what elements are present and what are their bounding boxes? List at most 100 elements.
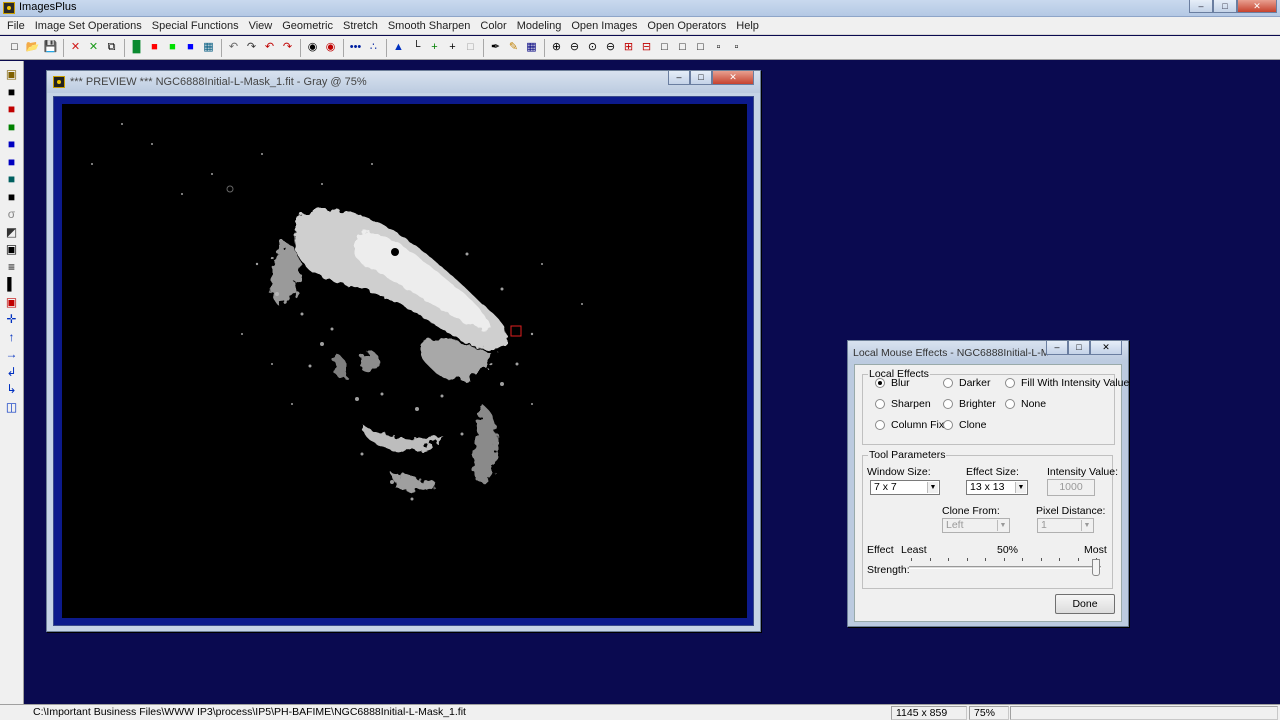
effect-radio-none[interactable]: None [1005,398,1046,410]
undo-all-button[interactable]: ↶ [261,39,278,56]
radio-indicator[interactable] [943,420,953,430]
points-button[interactable]: ∴ [365,39,382,56]
blue-overlay2-button[interactable]: ■ [4,154,20,170]
effect-size-select[interactable]: 13 x 13 ▼ [966,480,1028,495]
histogram-button[interactable]: ▲ [390,39,407,56]
preview-minimize-button[interactable]: – [668,71,690,85]
grid-blue-button[interactable]: ▦ [523,39,540,56]
green-overlay-button[interactable]: ■ [4,119,20,135]
pencil-button[interactable]: ✎ [505,39,522,56]
window3-button[interactable]: □ [692,39,709,56]
bars-button[interactable]: ≡ [4,259,20,275]
radio-indicator[interactable] [1005,399,1015,409]
black-square-button[interactable]: ■ [4,84,20,100]
open-button[interactable]: 📂 [24,39,41,56]
minimize-button[interactable]: – [1189,0,1213,13]
effect-radio-clone[interactable]: Clone [943,419,986,431]
intensity-value-input[interactable]: 1000 [1047,479,1095,496]
window1-button[interactable]: □ [656,39,673,56]
done-button[interactable]: Done [1055,594,1115,614]
effect-radio-blur[interactable]: Blur [875,377,910,389]
dialog-title-bar[interactable]: Local Mouse Effects - NGC6888Initial-L-M… [848,341,1128,361]
gradient-button[interactable]: ◩ [4,224,20,240]
menu-geometric[interactable]: Geometric [277,20,338,32]
blue-overlay-button[interactable]: ■ [4,136,20,152]
new-button[interactable]: □ [6,39,23,56]
move-button[interactable]: ✛ [4,311,20,327]
effect-radio-fill-with-intensity-value[interactable]: Fill With Intensity Value [1005,377,1129,389]
maximize-button[interactable]: □ [1213,0,1237,13]
effect-radio-darker[interactable]: Darker [943,377,991,389]
zoom-in-button[interactable]: ⊕ [548,39,565,56]
rotate-right-button[interactable]: ↳ [4,381,20,397]
window5-button[interactable]: ▫ [728,39,745,56]
flip-button[interactable]: ◫ [4,399,20,415]
close-red-button[interactable]: ✕ [67,39,84,56]
preview-close-button[interactable]: ✕ [712,71,754,85]
close-green-button[interactable]: ✕ [85,39,102,56]
dialog-maximize-button[interactable]: □ [1068,341,1090,355]
zoom-out-button[interactable]: ⊖ [566,39,583,56]
lasso-button[interactable]: σ [4,206,20,222]
teal-overlay-button[interactable]: ■ [4,171,20,187]
add-red-button[interactable]: ⊞ [620,39,637,56]
effect-radio-sharpen[interactable]: Sharpen [875,398,931,410]
window2-button[interactable]: □ [674,39,691,56]
save-button[interactable]: ▣ [4,66,20,82]
black-bar-button[interactable]: ▌ [4,276,20,292]
grid-button[interactable]: ▦ [200,39,217,56]
radio-indicator[interactable] [875,378,885,388]
menu-open-operators[interactable]: Open Operators [642,20,731,32]
nebula-image[interactable] [62,104,747,618]
menu-smooth-sharpen[interactable]: Smooth Sharpen [383,20,476,32]
pixel-distance-select[interactable]: 1 ▼ [1037,518,1094,533]
menu-open-images[interactable]: Open Images [566,20,642,32]
menu-stretch[interactable]: Stretch [338,20,383,32]
dialog-close-button[interactable]: ✕ [1090,341,1122,355]
preview-maximize-button[interactable]: □ [690,71,712,85]
window-size-select[interactable]: 7 x 7 ▼ [870,480,940,495]
rgb-channels-button[interactable]: █ [128,39,145,56]
radio-indicator[interactable] [875,420,885,430]
frame-button[interactable]: □ [462,39,479,56]
record-button[interactable]: ◉ [304,39,321,56]
zoom-fit-button[interactable]: ⊙ [584,39,601,56]
menu-help[interactable]: Help [731,20,764,32]
menu-color[interactable]: Color [475,20,511,32]
red-overlay-button[interactable]: ■ [4,101,20,117]
paint-button[interactable]: ✒ [487,39,504,56]
axes-button[interactable]: └ [408,39,425,56]
redo-all-button[interactable]: ↷ [279,39,296,56]
menu-file[interactable]: File [2,20,30,32]
copy-button[interactable]: ⧉ [103,39,120,56]
dialog-minimize-button[interactable]: – [1046,341,1068,355]
save-button[interactable]: 💾 [42,39,59,56]
window4-button[interactable]: ▫ [710,39,727,56]
rotate-left-button[interactable]: ↲ [4,364,20,380]
green-channel-button[interactable]: ■ [164,39,181,56]
shadow-square-button[interactable]: ■ [4,189,20,205]
local-mouse-effects-dialog[interactable]: Local Mouse Effects - NGC6888Initial-L-M… [847,340,1129,627]
blue-channel-button[interactable]: ■ [182,39,199,56]
preview-title-bar[interactable]: *** PREVIEW *** NGC6888Initial-L-Mask_1.… [47,71,760,93]
close-button[interactable]: ✕ [1237,0,1277,13]
strength-slider-thumb[interactable] [1092,559,1100,576]
effect-radio-brighter[interactable]: Brighter [943,398,996,410]
radio-indicator[interactable] [943,378,953,388]
dots-line-button[interactable]: ••• [347,39,364,56]
clone-from-select[interactable]: Left ▼ [942,518,1010,533]
zoom-actual-button[interactable]: ⊖ [602,39,619,56]
arrow-right-button[interactable]: → [4,346,20,362]
crosshair-button[interactable]: + [444,39,461,56]
record-red-button[interactable]: ◉ [322,39,339,56]
effect-radio-column-fix[interactable]: Column Fix [875,419,944,431]
red-channel-button[interactable]: ■ [146,39,163,56]
remove-red-button[interactable]: ⊟ [638,39,655,56]
radio-indicator[interactable] [1005,378,1015,388]
menu-view[interactable]: View [244,20,278,32]
undo-button[interactable]: ↶ [225,39,242,56]
menu-modeling[interactable]: Modeling [512,20,567,32]
arrow-up-button[interactable]: ↑ [4,329,20,345]
plus-green-button[interactable]: + [426,39,443,56]
preview-window[interactable]: *** PREVIEW *** NGC6888Initial-L-Mask_1.… [46,70,761,632]
